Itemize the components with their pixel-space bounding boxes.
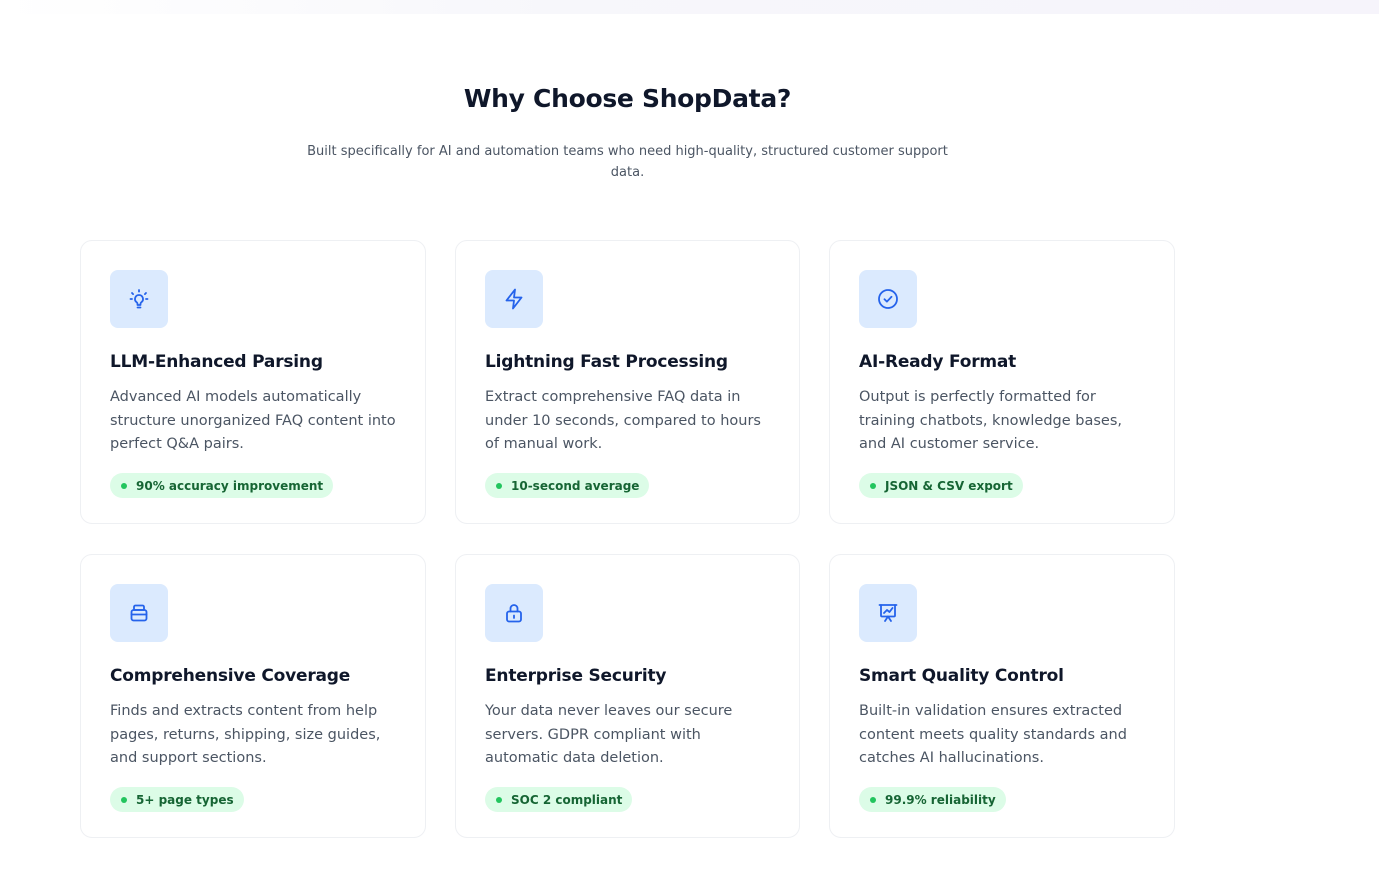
feature-badge-label: 5+ page types bbox=[136, 792, 234, 807]
feature-badge: 5+ page types bbox=[110, 787, 244, 812]
check-circle-icon bbox=[859, 270, 917, 328]
feature-card-quality-control: Smart Quality Control Built-in validatio… bbox=[829, 554, 1175, 838]
feature-description: Output is perfectly formatted for traini… bbox=[859, 389, 1122, 452]
feature-title: Lightning Fast Processing bbox=[485, 352, 728, 372]
status-dot bbox=[496, 482, 502, 489]
feature-badge: JSON & CSV export bbox=[859, 473, 1023, 498]
feature-card-security: Enterprise Security Your data never leav… bbox=[455, 554, 800, 838]
feature-title: AI-Ready Format bbox=[859, 352, 1017, 372]
feature-badge-label: 90% accuracy improvement bbox=[136, 478, 324, 493]
lightbulb-icon bbox=[110, 270, 168, 328]
feature-badge-label: SOC 2 compliant bbox=[511, 792, 623, 807]
feature-card-llm-parsing: LLM-Enhanced Parsing Advanced AI models … bbox=[80, 240, 426, 524]
feature-title: Comprehensive Coverage bbox=[110, 666, 351, 686]
status-dot bbox=[121, 482, 127, 489]
feature-title: Smart Quality Control bbox=[859, 666, 1064, 686]
feature-title: LLM-Enhanced Parsing bbox=[110, 352, 323, 372]
lightning-icon bbox=[485, 270, 543, 328]
feature-badge: SOC 2 compliant bbox=[485, 787, 633, 812]
feature-description: Finds and extracts content from help pag… bbox=[110, 703, 381, 766]
lock-icon bbox=[485, 584, 543, 642]
status-dot bbox=[121, 796, 127, 803]
status-dot bbox=[496, 796, 502, 803]
presentation-chart-icon bbox=[859, 584, 917, 642]
feature-description: Built-in validation ensures extracted co… bbox=[859, 703, 1127, 766]
feature-badge: 90% accuracy improvement bbox=[110, 473, 334, 498]
why-choose-section: Why Choose ShopData? Built specifically … bbox=[0, 0, 1379, 888]
feature-title: Enterprise Security bbox=[485, 666, 667, 686]
feature-card-fast-processing: Lightning Fast Processing Extract compre… bbox=[455, 240, 800, 524]
feature-description: Extract comprehensive FAQ data in under … bbox=[485, 389, 761, 452]
status-dot bbox=[870, 796, 876, 803]
feature-badge-label: JSON & CSV export bbox=[885, 478, 1013, 493]
feature-description: Your data never leaves our secure server… bbox=[485, 703, 733, 766]
feature-badge-label: 99.9% reliability bbox=[885, 792, 996, 807]
feature-card-ai-ready: AI-Ready Format Output is perfectly form… bbox=[829, 240, 1175, 524]
section-title: Why Choose ShopData? bbox=[463, 84, 792, 113]
feature-description: Advanced AI models automatically structu… bbox=[110, 389, 396, 452]
section-subtitle: Built specifically for AI and automation… bbox=[307, 144, 948, 180]
archive-icon bbox=[110, 584, 168, 642]
status-dot bbox=[870, 482, 876, 489]
feature-card-coverage: Comprehensive Coverage Finds and extract… bbox=[80, 554, 426, 838]
feature-badge: 10-second average bbox=[485, 473, 650, 498]
feature-badge-label: 10-second average bbox=[511, 478, 640, 493]
feature-grid: LLM-Enhanced Parsing Advanced AI models … bbox=[80, 240, 1175, 838]
feature-badge: 99.9% reliability bbox=[859, 787, 1006, 812]
